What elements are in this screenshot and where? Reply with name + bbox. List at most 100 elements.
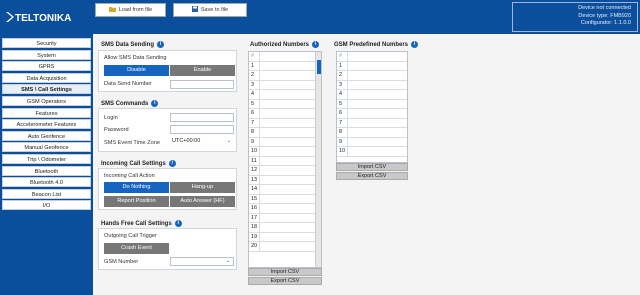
phone-number-cell[interactable] [347,90,407,99]
hands-free-title-text: Hands Free Call Settings [101,220,172,227]
report-position-option[interactable]: Report Position [104,196,169,207]
sidebar-item-data-acquisition[interactable]: Data Acquisition [2,72,91,83]
info-icon[interactable]: i [411,41,419,48]
crash-event-option[interactable]: Crash Event [104,243,169,254]
sidebar-item-io[interactable]: I/O [2,200,91,211]
gsm-predefined-title: GSM Predefined Numbers i [334,41,419,48]
row-number: 14 [251,186,258,192]
phone-number-cell[interactable] [259,137,316,146]
table-header: # [337,52,407,62]
brand-text: TELTONIKA [15,13,71,24]
phone-number-cell[interactable] [347,61,407,70]
authorized-scrollbar[interactable] [315,52,321,267]
sidebar-item-features[interactable]: Features [2,107,91,118]
sidebar-item-system[interactable]: System [2,49,91,60]
table-row: 15 [249,194,316,204]
info-icon[interactable]: i [174,220,182,227]
sidebar-item-auto-geofence[interactable]: Auto Geofence [2,130,91,141]
save-to-file-button[interactable]: Save to file [173,3,247,17]
phone-number-cell[interactable] [347,99,407,108]
info-icon[interactable]: i [312,41,320,48]
phone-number-cell[interactable] [259,128,316,137]
phone-number-cell[interactable] [347,109,407,118]
phone-number-cell[interactable] [347,147,407,156]
sidebar-item-sms-call-settings[interactable]: SMS \ Call Settings [2,84,91,95]
phone-number-cell[interactable] [259,99,316,108]
device-status-panel: Device not connected Device type: FMB920… [512,2,638,32]
sidebar-item-security[interactable]: Security [2,38,91,48]
do-nothing-option[interactable]: Do Nothing [104,182,169,193]
load-from-file-button[interactable]: Load from file [95,3,166,17]
phone-number-cell[interactable] [259,147,316,156]
table-row: 13 [249,175,316,185]
table-header-cell [259,52,316,61]
info-icon[interactable]: i [168,160,176,167]
auto-answer-option[interactable]: Auto Answer (HF) [170,196,235,207]
predefined-export-csv-button[interactable]: Export CSV [336,172,408,180]
phone-number-cell[interactable] [259,223,316,232]
row-number: 17 [251,214,258,221]
row-number: 1 [251,62,255,69]
enable-toggle[interactable]: Enable [170,65,235,76]
phone-number-cell[interactable] [259,213,316,222]
folder-open-icon [108,6,116,14]
predefined-import-csv-button[interactable]: Import CSV [336,163,408,171]
row-number: 3 [339,81,343,88]
table-row: 5 [337,99,407,109]
row-number: 2 [339,72,343,78]
phone-number-cell[interactable] [347,137,407,146]
phone-number-cell[interactable] [259,61,316,70]
sidebar-item-accelerometer-features[interactable]: Accelerometer Features [2,119,91,130]
authorized-export-csv-button[interactable]: Export CSV [248,277,322,285]
table-row: 20 [249,242,316,252]
gsm-number-select[interactable]: ⌄ [170,257,234,266]
phone-number-cell[interactable] [259,185,316,194]
sidebar-item-trip-odometer[interactable]: Trip \ Odometer [2,153,91,164]
phone-number-cell[interactable] [259,242,316,251]
gsm-number-label: GSM Number [104,259,139,265]
phone-number-cell[interactable] [259,156,316,165]
scrollbar-thumb[interactable] [317,60,321,74]
disable-toggle[interactable]: Disable [104,65,169,76]
sidebar-item-beacon-list[interactable]: Beacon List [2,188,91,199]
sms-commands-title: SMS Commands i [101,100,159,107]
incoming-call-action-label: Incoming Call Action [104,173,155,179]
row-number: 7 [251,119,255,126]
chevron-down-icon[interactable]: ⌄ [227,138,231,145]
phone-number-cell[interactable] [347,128,407,137]
info-icon[interactable]: i [151,100,159,107]
device-status-line: Device not connected [578,5,631,11]
sidebar-item-gprs[interactable]: GPRS [2,61,91,72]
phone-number-cell[interactable] [347,118,407,127]
phone-number-cell[interactable] [259,194,316,203]
phone-number-cell[interactable] [347,80,407,89]
phone-number-cell[interactable] [347,71,407,80]
login-input[interactable] [170,113,234,122]
chevron-down-icon[interactable]: ⌄ [226,258,230,265]
sidebar-item-bluetooth-4[interactable]: Bluetooth 4.0 [2,177,91,188]
time-zone-select[interactable]: UTC+00:00 ⌄ [170,138,234,147]
phone-number-cell[interactable] [259,175,316,184]
phone-number-cell[interactable] [259,80,316,89]
authorized-import-csv-button[interactable]: Import CSV [248,268,322,276]
sidebar-item-manual-geofence[interactable]: Manual Geofence [2,142,91,153]
hang-up-option[interactable]: Hang-up [170,182,235,193]
row-number: 16 [251,205,258,211]
phone-number-cell[interactable] [259,232,316,241]
sidebar-item-bluetooth[interactable]: Bluetooth [2,165,91,176]
phone-number-cell[interactable] [259,90,316,99]
phone-number-cell[interactable] [259,166,316,175]
data-send-number-input[interactable] [170,80,234,89]
phone-number-cell[interactable] [259,204,316,213]
sidebar-item-gsm-operators[interactable]: GSM Operators [2,95,91,106]
info-icon[interactable]: i [157,41,165,48]
phone-number-cell[interactable] [259,109,316,118]
row-number: 19 [251,233,258,240]
save-to-file-label: Save to file [200,7,229,13]
phone-number-cell[interactable] [259,118,316,127]
password-input[interactable] [170,125,234,134]
sms-data-sending-title-text: SMS Data Sending [101,41,155,48]
phone-number-cell[interactable] [259,71,316,80]
row-number: 10 [339,148,346,154]
hands-free-title: Hands Free Call Settings i [101,220,182,227]
